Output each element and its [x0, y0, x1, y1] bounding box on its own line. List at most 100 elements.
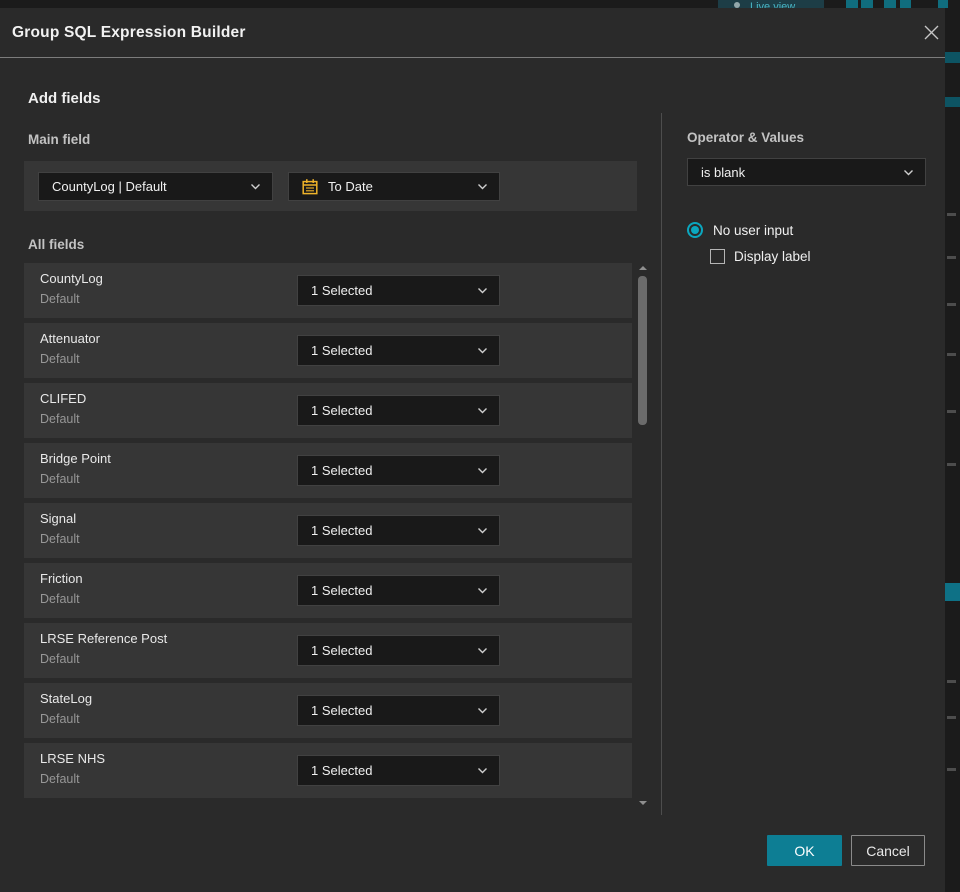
background-edge-mark — [947, 353, 956, 356]
group-sql-expression-builder-dialog: Group SQL Expression Builder Add fields … — [0, 8, 945, 892]
header-divider — [0, 57, 945, 58]
ok-button[interactable]: OK — [767, 835, 842, 866]
field-selected-dropdown[interactable]: 1 Selected — [297, 755, 500, 786]
field-row: LRSE Reference Post Default 1 Selected — [24, 623, 632, 678]
scrollbar-thumb[interactable] — [638, 276, 647, 425]
field-row: Friction Default 1 Selected — [24, 563, 632, 618]
field-subtitle: Default — [40, 772, 80, 786]
field-name: LRSE Reference Post — [40, 631, 168, 646]
background-edge-mark — [947, 463, 956, 466]
chevron-down-icon — [477, 527, 488, 534]
background-app-top-edge: Live view — [0, 0, 960, 8]
background-toolbar-button — [938, 0, 948, 8]
field-subtitle: Default — [40, 532, 80, 546]
no-user-input-label: No user input — [713, 222, 794, 238]
operator-dropdown[interactable]: is blank — [687, 158, 926, 186]
date-type-dropdown-value: To Date — [328, 179, 373, 194]
background-edge-mark — [947, 716, 956, 719]
field-subtitle: Default — [40, 592, 80, 606]
field-row: CLIFED Default 1 Selected — [24, 383, 632, 438]
no-user-input-radio[interactable]: No user input — [687, 222, 793, 238]
calendar-icon — [301, 178, 319, 196]
background-edge-mark — [947, 303, 956, 306]
main-field-dropdown-value: CountyLog | Default — [52, 179, 167, 194]
field-selected-dropdown[interactable]: 1 Selected — [297, 575, 500, 606]
field-name: Friction — [40, 571, 83, 586]
field-selected-dropdown[interactable]: 1 Selected — [297, 335, 500, 366]
field-selected-dropdown[interactable]: 1 Selected — [297, 695, 500, 726]
field-selected-value: 1 Selected — [311, 523, 373, 538]
field-selected-dropdown[interactable]: 1 Selected — [297, 275, 500, 306]
field-row: Bridge Point Default 1 Selected — [24, 443, 632, 498]
main-field-label: Main field — [28, 132, 91, 147]
field-row: CountyLog Default 1 Selected — [24, 263, 632, 318]
close-button[interactable] — [919, 20, 943, 44]
display-label-label: Display label — [734, 249, 811, 264]
live-view-label: Live view — [750, 1, 796, 8]
field-name: Bridge Point — [40, 451, 111, 466]
field-selected-value: 1 Selected — [311, 643, 373, 658]
screen: Live view Group SQL Expression Builder A… — [0, 0, 960, 892]
background-toolbar-button — [846, 0, 858, 8]
chevron-down-icon — [477, 287, 488, 294]
field-subtitle: Default — [40, 292, 80, 306]
background-toolbar-button — [861, 0, 873, 8]
background-edge-mark — [947, 213, 956, 216]
chevron-down-icon — [477, 767, 488, 774]
field-selected-dropdown[interactable]: 1 Selected — [297, 635, 500, 666]
cancel-button[interactable]: Cancel — [851, 835, 925, 866]
field-row: LRSE NHS Default 1 Selected — [24, 743, 632, 798]
field-name: CountyLog — [40, 271, 103, 286]
field-subtitle: Default — [40, 412, 80, 426]
field-subtitle: Default — [40, 712, 80, 726]
chevron-down-icon — [250, 183, 261, 190]
chevron-down-icon — [477, 347, 488, 354]
chevron-down-icon — [477, 407, 488, 414]
checkbox-unchecked-icon — [710, 249, 725, 264]
field-selected-dropdown[interactable]: 1 Selected — [297, 455, 500, 486]
field-selected-dropdown[interactable]: 1 Selected — [297, 515, 500, 546]
background-toolbar-button — [900, 0, 911, 8]
background-edge-block — [945, 97, 960, 107]
field-selected-value: 1 Selected — [311, 283, 373, 298]
background-edge-mark — [947, 768, 956, 771]
background-edge-block — [945, 583, 960, 601]
field-selected-value: 1 Selected — [311, 763, 373, 778]
chevron-down-icon — [477, 467, 488, 474]
background-edge-mark — [947, 680, 956, 683]
field-name: Signal — [40, 511, 77, 526]
all-fields-list: CountyLog Default 1 Selected Attenuator … — [24, 263, 632, 803]
all-fields-label: All fields — [28, 237, 85, 252]
background-edge-block — [945, 52, 960, 63]
chevron-down-icon — [477, 707, 488, 714]
live-view-button[interactable]: Live view — [718, 0, 824, 8]
fields-scrollbar[interactable] — [636, 263, 649, 808]
background-edge-mark — [947, 256, 956, 259]
field-row: Attenuator Default 1 Selected — [24, 323, 632, 378]
field-name: CLIFED — [40, 391, 87, 406]
scroll-down-arrow-icon[interactable] — [639, 801, 647, 805]
background-app-right-edge — [945, 8, 960, 892]
date-type-dropdown[interactable]: To Date — [288, 172, 500, 201]
background-edge-mark — [947, 410, 956, 413]
chevron-down-icon — [477, 183, 488, 190]
field-selected-value: 1 Selected — [311, 343, 373, 358]
dialog-header: Group SQL Expression Builder — [0, 8, 945, 57]
chevron-down-icon — [903, 169, 914, 176]
field-selected-value: 1 Selected — [311, 583, 373, 598]
field-selected-dropdown[interactable]: 1 Selected — [297, 395, 500, 426]
field-subtitle: Default — [40, 472, 80, 486]
field-selected-value: 1 Selected — [311, 703, 373, 718]
close-icon — [924, 25, 938, 39]
radio-checked-icon — [687, 222, 703, 238]
scroll-up-arrow-icon[interactable] — [639, 266, 647, 270]
field-name: LRSE NHS — [40, 751, 106, 766]
operator-values-label: Operator & Values — [687, 130, 805, 145]
background-toolbar-button — [884, 0, 896, 8]
add-fields-heading: Add fields — [28, 90, 101, 107]
panel-divider — [661, 113, 662, 815]
main-field-dropdown[interactable]: CountyLog | Default — [38, 172, 273, 201]
display-label-checkbox[interactable]: Display label — [710, 249, 811, 264]
field-subtitle: Default — [40, 352, 80, 366]
field-row: Signal Default 1 Selected — [24, 503, 632, 558]
